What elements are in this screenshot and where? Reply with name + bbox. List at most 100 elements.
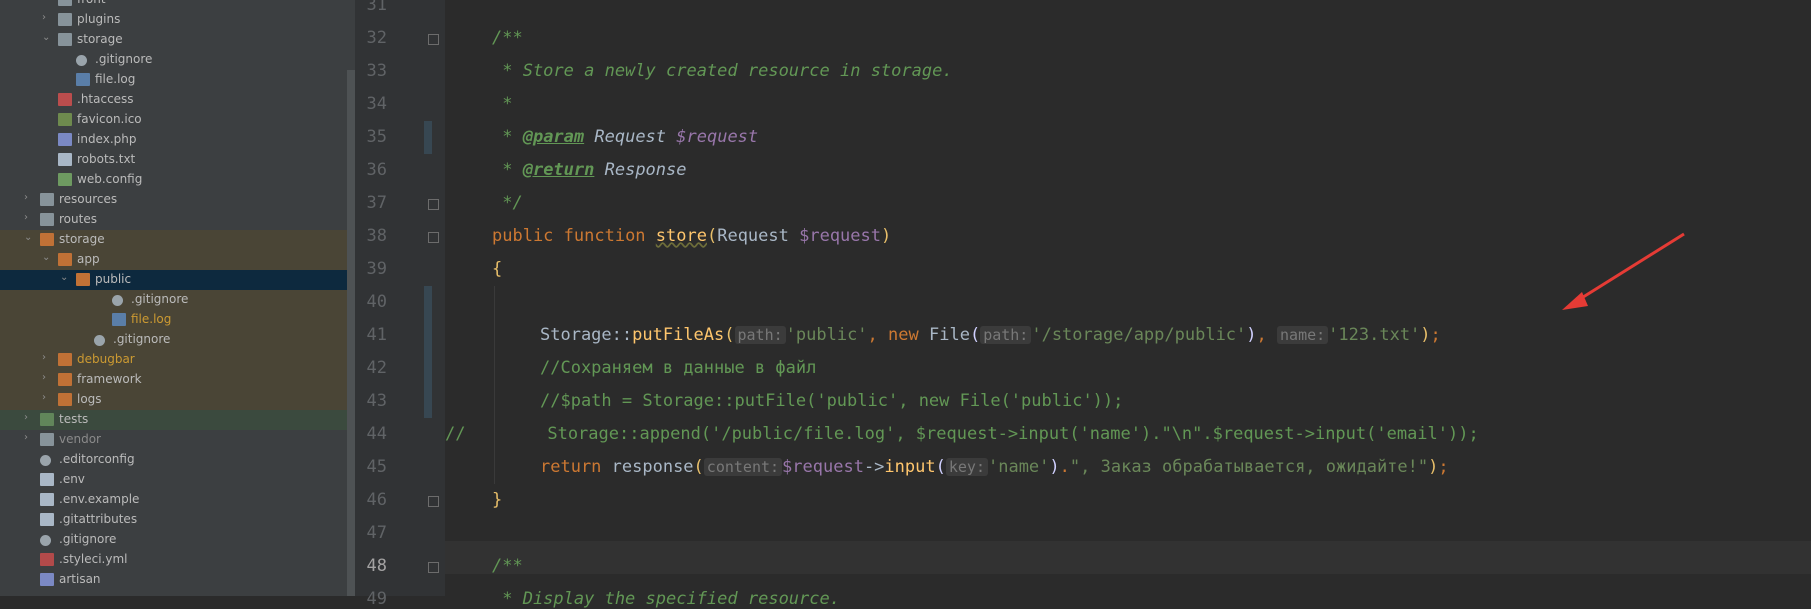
code-token: // Storage::append('/public/file.log', $… <box>445 424 1479 444</box>
code-token: ) <box>1246 325 1257 345</box>
tree-item[interactable]: favicon.ico <box>0 110 347 130</box>
code-token: ) <box>1420 325 1431 345</box>
code-token: ) <box>1428 457 1439 477</box>
code-token: public <box>492 226 564 246</box>
tree-item[interactable]: ⌄ app <box>0 250 347 270</box>
code-token: Request <box>584 127 677 147</box>
tree-item-label: .gitignore <box>59 532 117 546</box>
code-line[interactable]: /** <box>492 28 523 48</box>
folder-icon <box>40 413 54 426</box>
chevron-right-icon[interactable]: › <box>42 352 46 363</box>
tree-item[interactable]: .gitignore <box>0 290 347 310</box>
tree-item[interactable]: › resources <box>0 190 347 210</box>
folder-icon <box>58 253 72 266</box>
tree-item-label: front <box>77 0 106 6</box>
code-line[interactable]: * @param Request $request <box>492 127 758 147</box>
chevron-down-icon[interactable]: ⌄ <box>60 272 68 283</box>
code-line[interactable]: /** <box>492 556 523 576</box>
code-line[interactable]: //$path = Storage::putFile('public', new… <box>540 391 1123 411</box>
tree-item[interactable]: .gitattributes <box>0 510 347 530</box>
tree-item[interactable]: .gitignore <box>0 530 347 550</box>
code-token: '123.txt' <box>1328 325 1421 345</box>
code-token: //$path = Storage::putFile('public', new… <box>540 391 1124 411</box>
tree-item[interactable]: .env.example <box>0 490 347 510</box>
tree-item[interactable]: web.config <box>0 170 347 190</box>
project-tree-panel[interactable]: › front › plugins ⌄ storage .gitignore file.log… <box>0 0 355 596</box>
tree-item[interactable]: robots.txt <box>0 150 347 170</box>
tree-item[interactable]: file.log <box>0 310 347 330</box>
code-token: path: <box>734 326 786 344</box>
code-line[interactable]: * <box>492 94 512 114</box>
chevron-right-icon[interactable]: › <box>24 412 28 423</box>
tree-item[interactable]: ⌄ storage <box>0 230 347 250</box>
code-token: name: <box>1277 326 1329 344</box>
tree-item[interactable]: › framework <box>0 370 347 390</box>
code-token: ( <box>969 325 981 345</box>
chevron-down-icon[interactable]: ⌄ <box>24 232 32 243</box>
chevron-down-icon[interactable]: ⌄ <box>42 32 50 43</box>
code-token: * Store a newly created resource in stor… <box>492 61 953 81</box>
code-line[interactable]: * @return Response <box>492 160 687 180</box>
chevron-right-icon[interactable]: › <box>42 0 46 3</box>
code-token: Storage:: <box>540 325 633 345</box>
sidebar-scrollbar[interactable] <box>347 70 355 596</box>
tree-item[interactable]: .gitignore <box>0 330 347 350</box>
tree-item[interactable]: .editorconfig <box>0 450 347 470</box>
file-icon <box>58 133 72 146</box>
tree-item-label: public <box>95 272 132 286</box>
code-line[interactable]: public function store(Request $request) <box>492 226 891 246</box>
code-token: Response <box>594 160 687 180</box>
tree-item[interactable]: › front <box>0 0 347 10</box>
tree-item[interactable]: index.php <box>0 130 347 150</box>
chevron-right-icon[interactable]: › <box>24 432 28 443</box>
code-token: 'public' <box>785 325 868 345</box>
code-token: path: <box>980 326 1032 344</box>
file-icon <box>94 335 105 346</box>
tree-item-label: tests <box>59 412 89 426</box>
chevron-down-icon[interactable]: ⌄ <box>42 252 50 263</box>
tree-item[interactable]: › logs <box>0 390 347 410</box>
tree-item[interactable]: artisan <box>0 570 347 590</box>
code-line[interactable]: Storage::putFileAs(path:'public', new Fi… <box>540 325 1441 345</box>
code-token: /** <box>492 556 523 576</box>
folder-icon <box>40 213 54 226</box>
tree-item[interactable]: › debugbar <box>0 350 347 370</box>
tree-item[interactable]: › routes <box>0 210 347 230</box>
tree-item[interactable]: .env <box>0 470 347 490</box>
chevron-right-icon[interactable]: › <box>42 372 46 383</box>
code-line[interactable]: // Storage::append('/public/file.log', $… <box>445 424 1479 444</box>
code-line[interactable]: * Store a newly created resource in stor… <box>492 61 953 81</box>
code-token: , <box>867 325 889 345</box>
file-icon <box>76 55 87 66</box>
chevron-right-icon[interactable]: › <box>24 192 28 203</box>
code-line[interactable]: * Display the specified resource. <box>492 589 840 609</box>
code-token: $request <box>782 457 864 477</box>
chevron-right-icon[interactable]: › <box>42 12 46 23</box>
tree-item[interactable]: ⌄ storage <box>0 30 347 50</box>
code-token: @param <box>522 127 585 147</box>
code-token: ( <box>706 226 718 246</box>
tree-item[interactable]: file.log <box>0 70 347 90</box>
code-token: , <box>1256 325 1278 345</box>
chevron-right-icon[interactable]: › <box>24 212 28 223</box>
tree-item[interactable]: .htaccess <box>0 90 347 110</box>
code-line[interactable]: { <box>492 259 502 279</box>
tree-item[interactable]: › tests <box>0 410 347 430</box>
code-token: '/storage/app/public' <box>1031 325 1247 345</box>
folder-icon <box>40 433 54 446</box>
tree-item[interactable]: .gitignore <box>0 50 347 70</box>
code-line[interactable]: */ <box>492 193 522 213</box>
code-token: response <box>611 457 694 477</box>
tree-item[interactable]: ⌄ public <box>0 270 347 290</box>
code-line[interactable]: } <box>492 490 502 510</box>
tree-item[interactable]: .styleci.yml <box>0 550 347 570</box>
tree-item-label: web.config <box>77 172 143 186</box>
code-token: return <box>540 457 612 477</box>
code-line[interactable]: return response(content: $request->input(… <box>540 457 1449 477</box>
tree-item[interactable]: › vendor <box>0 430 347 450</box>
tree-item[interactable]: › plugins <box>0 10 347 30</box>
chevron-right-icon[interactable]: › <box>42 392 46 403</box>
tree-item-label: index.php <box>77 132 137 146</box>
code-token: -> <box>863 457 885 477</box>
code-line[interactable]: //Сохраняем в данные в файл <box>540 358 816 378</box>
